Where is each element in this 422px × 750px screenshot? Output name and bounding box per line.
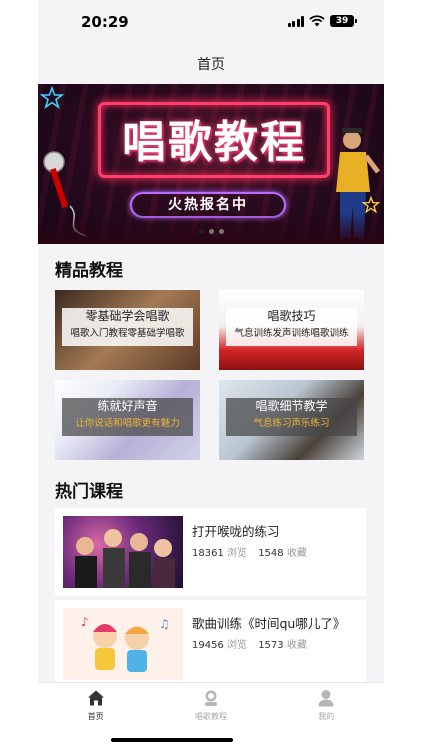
tab-label: 唱歌教程 xyxy=(194,712,227,721)
tab-label: 首页 xyxy=(87,712,104,721)
banner-stage xyxy=(38,212,384,244)
wifi-icon xyxy=(309,15,325,27)
banner-title: 唱歌教程 xyxy=(122,117,306,168)
carousel-dot[interactable] xyxy=(218,229,224,234)
favorite-unit: 收藏 xyxy=(286,548,307,559)
card-subtitle: 唱歌入门教程零基础学唱歌 xyxy=(70,328,185,339)
carousel-indicator xyxy=(38,229,384,234)
view-unit: 浏览 xyxy=(227,640,247,651)
featured-card[interactable]: 唱歌技巧 气息训练发声训练唱歌训练 xyxy=(219,290,364,370)
svg-text:♫: ♫ xyxy=(159,617,170,631)
view-count: 18361 xyxy=(192,548,224,559)
card-title: 零基础学会唱歌 xyxy=(85,309,170,323)
course-item[interactable]: ♪ ♫ 歌曲训练《时间qu哪儿了》 19456 浏览 1573 收藏 xyxy=(55,600,366,688)
signal-icon xyxy=(287,15,304,27)
course-title: 歌曲训练《时间qu哪儿了》 xyxy=(192,616,346,631)
battery-icon: 39 xyxy=(330,15,357,27)
tab-profile[interactable]: 我的 xyxy=(269,683,384,750)
course-title: 打开喉咙的练习 xyxy=(192,524,280,539)
card-title: 唱歌细节教学 xyxy=(255,399,328,413)
card-title: 唱歌技巧 xyxy=(267,309,316,323)
app-screen: 20:29 39 首页 唱歌教程 火热报名中 精品教程 零基础学会唱歌 唱歌入门… xyxy=(38,0,384,750)
page-title: 首页 xyxy=(197,57,225,73)
favorite-unit: 收藏 xyxy=(286,640,307,651)
featured-card[interactable]: 零基础学会唱歌 唱歌入门教程零基础学唱歌 xyxy=(55,290,200,370)
search-icon xyxy=(204,690,217,706)
card-title: 练就好声音 xyxy=(97,399,158,413)
course-stats: 19456 浏览 1573 收藏 xyxy=(192,636,315,651)
card-label: 唱歌细节教学 气息练习声乐练习 xyxy=(226,398,357,436)
status-time: 20:29 xyxy=(81,13,129,31)
card-subtitle: 气息训练发声训练唱歌训练 xyxy=(234,328,349,339)
profile-icon xyxy=(318,690,334,707)
home-indicator[interactable] xyxy=(111,738,233,742)
tab-label: 我的 xyxy=(318,712,335,721)
status-icons: 39 xyxy=(287,15,357,27)
course-stats: 18361 浏览 1548 收藏 xyxy=(192,544,315,559)
course-thumbnail-art: ♪ ♫ xyxy=(81,615,170,672)
home-icon xyxy=(87,690,104,706)
featured-heading: 精品教程 xyxy=(55,261,123,281)
featured-card[interactable]: 练就好声音 让你说话和唱歌更有魅力 xyxy=(55,380,200,460)
favorite-count: 1548 xyxy=(258,548,284,559)
svg-text:♪: ♪ xyxy=(81,615,89,629)
banner-carousel[interactable]: 唱歌教程 火热报名中 xyxy=(38,84,384,244)
hot-heading: 热门课程 xyxy=(55,482,123,502)
card-subtitle: 让你说话和唱歌更有魅力 xyxy=(75,418,180,429)
card-subtitle: 气息练习声乐练习 xyxy=(253,418,330,429)
favorite-count: 1573 xyxy=(258,640,284,651)
featured-card[interactable]: 唱歌细节教学 气息练习声乐练习 xyxy=(219,380,364,460)
star-icon xyxy=(40,86,64,109)
course-thumbnail: ♪ ♫ xyxy=(63,608,183,680)
view-count: 19456 xyxy=(192,640,224,651)
nav-bar: 首页 xyxy=(38,44,384,84)
course-thumbnail xyxy=(63,516,183,588)
card-label: 练就好声音 让你说话和唱歌更有魅力 xyxy=(62,398,193,436)
course-item[interactable]: 打开喉咙的练习 18361 浏览 1548 收藏 xyxy=(55,508,366,596)
status-bar: 20:29 39 xyxy=(38,0,384,44)
carousel-dot[interactable] xyxy=(208,229,214,234)
view-unit: 浏览 xyxy=(227,548,247,559)
course-thumbnail-art xyxy=(75,529,175,588)
card-label: 零基础学会唱歌 唱歌入门教程零基础学唱歌 xyxy=(62,308,193,346)
carousel-dot[interactable] xyxy=(198,229,204,234)
card-label: 唱歌技巧 气息训练发声训练唱歌训练 xyxy=(226,308,357,346)
